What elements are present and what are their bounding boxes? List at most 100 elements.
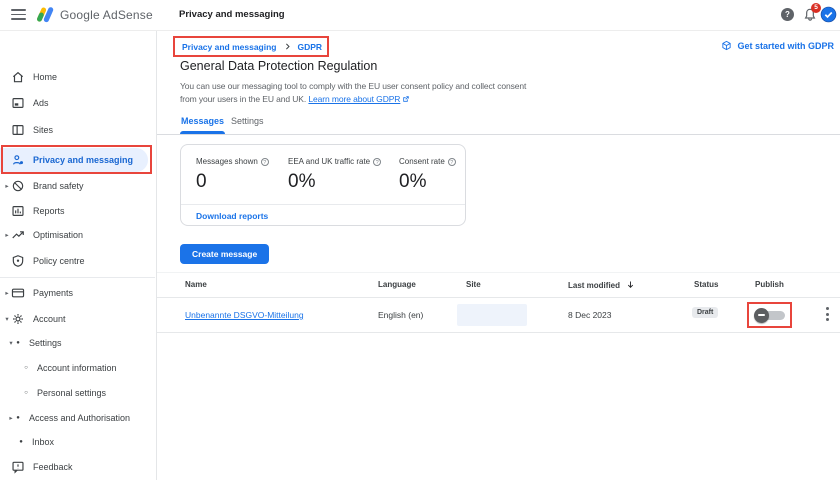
collapse-caret-icon: ▾ xyxy=(3,315,11,323)
header-page-title: Privacy and messaging xyxy=(179,9,285,20)
help-icon[interactable]: ? xyxy=(448,158,456,166)
column-header-name[interactable]: Name xyxy=(185,280,207,289)
chevron-right-icon xyxy=(283,42,292,51)
help-icon[interactable]: ? xyxy=(261,158,269,166)
app-header: Google AdSense Privacy and messaging ? 5 xyxy=(0,0,840,31)
help-icon[interactable]: ? xyxy=(781,8,794,21)
external-link-icon xyxy=(402,95,410,103)
tab-active-indicator xyxy=(180,131,225,134)
learn-more-link[interactable]: Learn more about GDPR xyxy=(308,94,400,104)
column-header-language[interactable]: Language xyxy=(378,280,416,289)
metric-value: 0 xyxy=(196,171,269,193)
sidebar-item-label: Payments xyxy=(33,288,73,298)
column-header-site[interactable]: Site xyxy=(466,280,481,289)
sidebar-item-personal-settings[interactable]: ○ Personal settings xyxy=(0,381,155,405)
column-header-label: Last modified xyxy=(568,281,620,290)
column-header-publish[interactable]: Publish xyxy=(755,280,784,289)
sidebar-item-label: Brand safety xyxy=(33,181,84,191)
site-redacted-value xyxy=(457,304,527,326)
sidebar-item-settings[interactable]: ▾ ● Settings xyxy=(0,331,155,355)
message-name-link[interactable]: Unbenannte DSGVO-Mitteilung xyxy=(185,310,304,320)
sidebar-item-feedback[interactable]: Feedback xyxy=(0,455,155,479)
sidebar-item-access-and-authorisation[interactable]: ▸ ● Access and Authorisation xyxy=(0,406,155,430)
expand-caret-icon: ▸ xyxy=(3,182,11,190)
sort-descending-icon xyxy=(626,280,635,289)
sidebar-section-divider xyxy=(0,277,155,278)
message-last-modified: 8 Dec 2023 xyxy=(568,310,611,320)
sidebar-item-ads[interactable]: Ads xyxy=(0,91,155,115)
sidebar-item-account[interactable]: ▾ Account xyxy=(0,307,155,331)
expand-caret-icon: ▸ xyxy=(3,289,11,297)
metric-messages-shown: Messages shown? 0 xyxy=(196,157,269,193)
sidebar-item-label: Personal settings xyxy=(37,388,106,398)
toggle-dash-icon xyxy=(758,314,765,316)
tab-label: Messages xyxy=(180,113,225,129)
breadcrumb: Privacy and messaging GDPR xyxy=(173,36,329,57)
shield-icon xyxy=(11,254,25,268)
expand-caret-icon: ▸ xyxy=(3,231,11,239)
metric-label: Consent rate xyxy=(399,157,445,166)
row-overflow-menu-icon[interactable] xyxy=(821,307,833,323)
sidebar-item-optimisation[interactable]: ▸ Optimisation xyxy=(0,223,155,247)
get-started-label: Get started with GDPR xyxy=(737,41,834,51)
deployed-code-icon xyxy=(721,40,732,51)
metric-label: EEA and UK traffic rate xyxy=(288,157,370,166)
sidebar-item-sites[interactable]: Sites xyxy=(0,118,155,142)
description-line2: from your users in the EU and UK. xyxy=(180,94,306,104)
sidebar-item-label: Reports xyxy=(33,206,65,216)
page-description: You can use our messaging tool to comply… xyxy=(180,80,526,105)
metric-value: 0% xyxy=(399,171,456,193)
message-language: English (en) xyxy=(378,310,423,320)
sidebar-item-label: Account xyxy=(33,314,66,324)
sidebar-item-home[interactable]: Home xyxy=(0,65,155,89)
sidebar-item-reports[interactable]: Reports xyxy=(0,199,155,223)
card-icon xyxy=(11,286,25,300)
breadcrumb-current[interactable]: GDPR xyxy=(298,42,323,52)
messages-table: Name Language Site Last modified Status … xyxy=(156,272,840,333)
tab-label: Settings xyxy=(230,113,265,129)
account-avatar[interactable] xyxy=(820,6,837,23)
gear-icon xyxy=(11,312,25,326)
sidebar-item-account-information[interactable]: ○ Account information xyxy=(0,356,155,380)
create-message-button[interactable]: Create message xyxy=(180,244,269,264)
hollow-bullet-icon: ○ xyxy=(23,365,29,371)
help-icon[interactable]: ? xyxy=(373,158,381,166)
table-header-row: Name Language Site Last modified Status … xyxy=(156,273,840,298)
product-name: Google AdSense xyxy=(60,8,153,22)
sidebar-item-label: Feedback xyxy=(33,462,73,472)
sidebar-item-label: Account information xyxy=(37,363,117,373)
sidebar-item-label: Home xyxy=(33,72,57,82)
download-reports-link[interactable]: Download reports xyxy=(196,211,268,221)
tab-messages[interactable]: Messages xyxy=(180,113,225,134)
sidebar-item-label: Access and Authorisation xyxy=(29,413,130,423)
description-line1: You can use our messaging tool to comply… xyxy=(180,80,526,93)
home-icon xyxy=(11,70,25,84)
stats-card: Messages shown? 0 EEA and UK traffic rat… xyxy=(180,144,466,226)
sidebar-item-inbox[interactable]: ● Inbox xyxy=(0,430,155,454)
metric-consent-rate: Consent rate? 0% xyxy=(399,157,456,193)
column-header-last-modified[interactable]: Last modified xyxy=(568,280,635,290)
column-header-status[interactable]: Status xyxy=(694,280,718,289)
bullet-icon: ● xyxy=(18,439,24,445)
card-divider xyxy=(181,204,465,205)
metric-label: Messages shown xyxy=(196,157,258,166)
breadcrumb-parent-link[interactable]: Privacy and messaging xyxy=(182,42,277,52)
sidebar-item-privacy-and-messaging[interactable]: Privacy and messaging xyxy=(0,148,148,172)
sidebar-item-payments[interactable]: ▸ Payments xyxy=(0,281,155,305)
sidebar-item-policy-centre[interactable]: Policy centre xyxy=(0,249,155,273)
bullet-icon: ● xyxy=(15,415,21,421)
sidebar-item-label: Settings xyxy=(29,338,62,348)
feedback-icon xyxy=(11,460,25,474)
privacy-person-icon xyxy=(11,153,25,167)
get-started-with-gdpr-link[interactable]: Get started with GDPR xyxy=(721,40,834,51)
bar-chart-icon xyxy=(11,204,25,218)
sidebar-item-label: Sites xyxy=(33,125,53,135)
publish-toggle[interactable] xyxy=(754,307,785,323)
sidebar-item-brand-safety[interactable]: ▸ Brand safety xyxy=(0,174,155,198)
sidebar-nav: Home Ads Sites Privacy and messaging ▸ B… xyxy=(0,30,156,480)
status-badge: Draft xyxy=(692,307,718,318)
menu-icon[interactable] xyxy=(11,9,26,21)
tab-settings[interactable]: Settings xyxy=(230,113,265,134)
expand-caret-icon: ▸ xyxy=(7,414,15,422)
tab-bar: Messages Settings xyxy=(156,110,840,135)
